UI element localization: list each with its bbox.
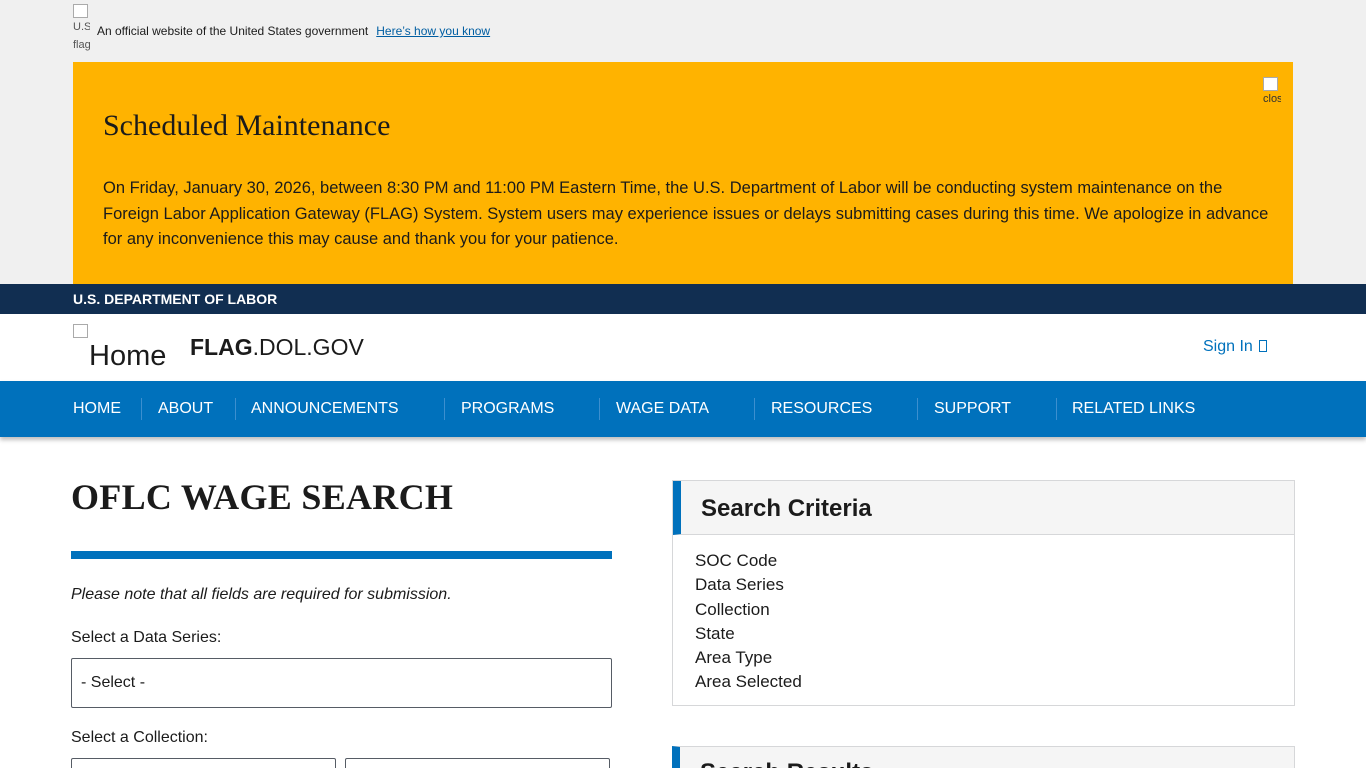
criteria-state: State bbox=[695, 623, 735, 643]
agency-name: U.S. DEPARTMENT OF LABOR bbox=[73, 291, 278, 307]
nav-programs[interactable]: PROGRAMS bbox=[461, 400, 554, 418]
nav-announcements[interactable]: ANNOUNCEMENTS bbox=[251, 400, 399, 418]
gov-banner: U.S. flag An official website of the Uni… bbox=[0, 0, 1366, 284]
data-series-selected: - Select - bbox=[81, 674, 146, 691]
search-criteria-title: Search Criteria bbox=[701, 495, 872, 522]
collection-select-right[interactable] bbox=[345, 758, 610, 768]
nav-support[interactable]: SUPPORT bbox=[934, 400, 1011, 418]
site-name[interactable]: FLAG.DOL.GOV bbox=[190, 334, 364, 361]
official-site-text: An official website of the United States… bbox=[97, 24, 369, 38]
close-icon[interactable]: close bbox=[1263, 77, 1281, 111]
collection-select-left[interactable] bbox=[71, 758, 336, 768]
search-criteria-header: Search Criteria bbox=[673, 481, 1294, 535]
maintenance-alert: Scheduled Maintenance On Friday, January… bbox=[73, 62, 1293, 284]
title-divider bbox=[71, 551, 612, 559]
home-logo[interactable]: Home bbox=[73, 324, 183, 374]
search-criteria-panel: Search Criteria SOC Code Data Series Col… bbox=[672, 480, 1295, 706]
nav-wage-data[interactable]: WAGE DATA bbox=[616, 400, 709, 418]
alert-title: Scheduled Maintenance bbox=[103, 109, 391, 142]
nav-about[interactable]: ABOUT bbox=[158, 400, 213, 418]
home-logo-alt: Home bbox=[89, 340, 167, 372]
how-you-know-link[interactable]: Here’s how you know bbox=[376, 24, 490, 38]
collection-label: Select a Collection: bbox=[71, 729, 208, 746]
criteria-collection: Collection bbox=[695, 599, 770, 619]
data-series-label: Select a Data Series: bbox=[71, 629, 222, 646]
search-results-title: Search Results bbox=[700, 759, 873, 768]
nav-resources[interactable]: RESOURCES bbox=[771, 400, 872, 418]
criteria-data-series: Data Series bbox=[695, 575, 784, 595]
search-results-panel: Search Results bbox=[672, 746, 1295, 768]
nav-related-links[interactable]: RELATED LINKS bbox=[1072, 400, 1195, 418]
criteria-area-type: Area Type bbox=[695, 648, 773, 668]
sign-in-link[interactable]: Sign In bbox=[1203, 338, 1267, 356]
alert-body: On Friday, January 30, 2026, between 8:3… bbox=[103, 179, 1269, 248]
agency-strip: U.S. DEPARTMENT OF LABOR bbox=[0, 284, 1366, 314]
us-flag-icon: U.S. flag bbox=[73, 4, 90, 54]
nav-home[interactable]: HOME bbox=[73, 400, 121, 418]
sign-in-icon bbox=[1258, 340, 1267, 352]
page-title: OFLC WAGE SEARCH bbox=[71, 477, 454, 517]
data-series-select[interactable]: - Select - bbox=[71, 658, 612, 708]
main-nav: HOME ABOUT ANNOUNCEMENTS PROGRAMS WAGE D… bbox=[0, 381, 1366, 437]
criteria-list: SOC Code Data Series Collection State Ar… bbox=[695, 549, 802, 695]
criteria-area-selected: Area Selected bbox=[695, 672, 802, 692]
criteria-soc-code: SOC Code bbox=[695, 551, 778, 570]
required-note: Please note that all fields are required… bbox=[71, 586, 452, 603]
site-header: Home FLAG.DOL.GOV Sign In bbox=[0, 314, 1366, 381]
gov-banner-top: U.S. flag An official website of the Uni… bbox=[73, 4, 490, 56]
